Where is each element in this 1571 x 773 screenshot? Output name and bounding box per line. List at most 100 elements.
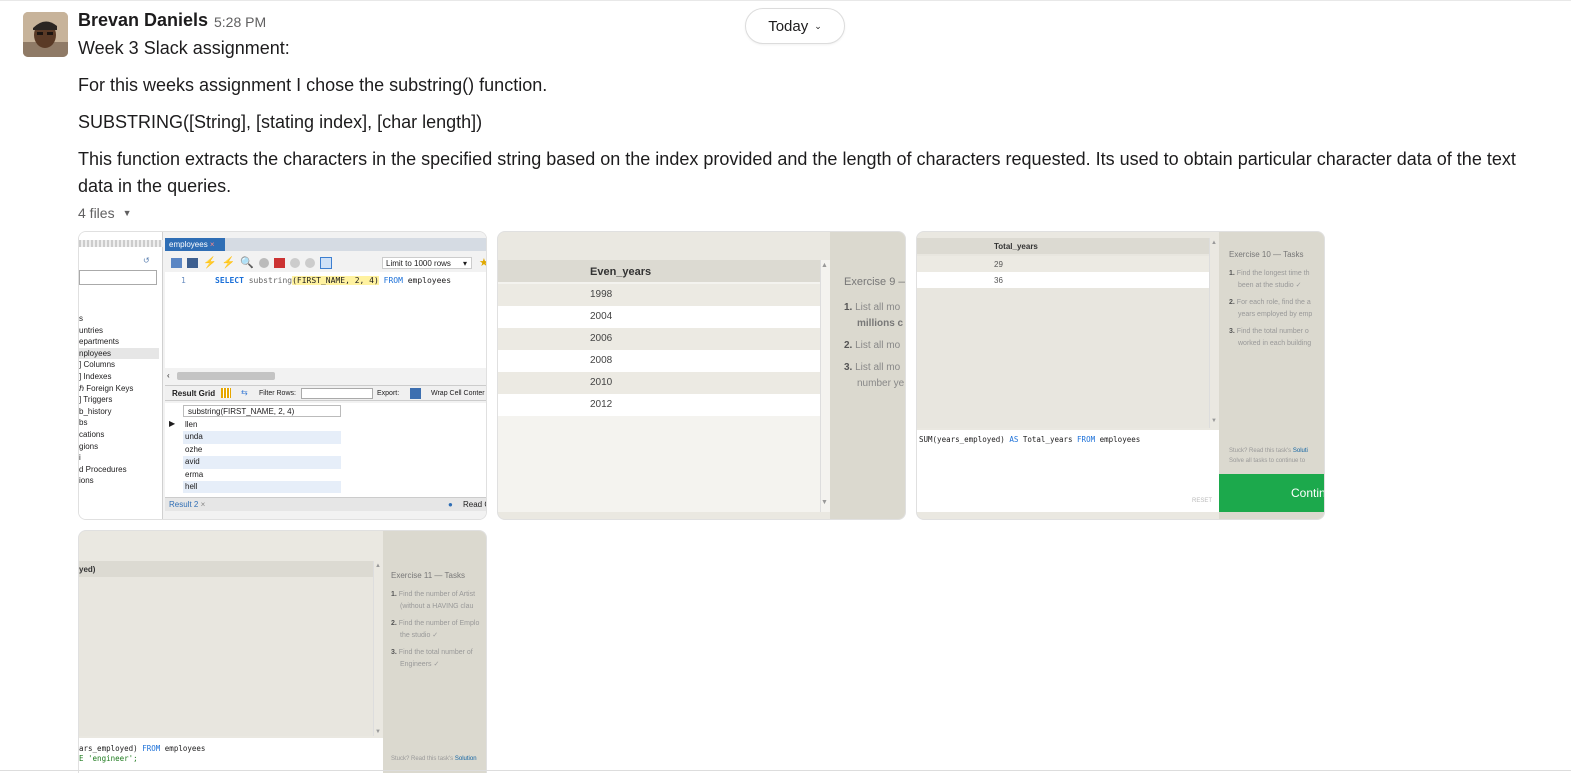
stuck-note: Stuck? Read this task's Soluti Solve all… xyxy=(1229,448,1308,464)
files-count-label: 4 files xyxy=(78,205,115,221)
scroll-left-icon[interactable]: ‹ xyxy=(167,371,170,380)
date-jump-button[interactable]: Today ⌄ xyxy=(745,8,845,44)
tree-item[interactable]: d Procedures xyxy=(79,464,159,476)
result-tab-label: Result 2 xyxy=(169,500,199,509)
task-list: 1. List all mo millions c 2. List all mo… xyxy=(844,300,904,392)
table-row[interactable]: avid xyxy=(183,456,341,469)
vertical-scrollbar[interactable] xyxy=(373,561,383,736)
tree-item[interactable]: ℏ Foreign Keys xyxy=(79,383,159,395)
solution-link[interactable]: Soluti xyxy=(1293,448,1308,454)
task-item: 3. Find the total number o xyxy=(1229,328,1309,335)
tree-item[interactable]: ] Indexes xyxy=(79,371,159,383)
tree-item[interactable]: epartments xyxy=(79,336,159,348)
commit-icon[interactable] xyxy=(290,257,301,268)
image-attachment-2[interactable]: Even_years 1998 2004 2006 2008 2010 2012… xyxy=(497,231,906,520)
tab-label: employees xyxy=(169,240,208,249)
limit-rows-select[interactable]: Limit to 1000 rows ▾ xyxy=(382,257,472,269)
bottom-divider xyxy=(0,770,1571,771)
solution-link[interactable]: Solution xyxy=(455,756,477,762)
task-item: Engineers ✓ xyxy=(400,660,440,668)
exercise-title: Exercise 10 — Tasks xyxy=(1229,250,1304,259)
schema-filter-input[interactable] xyxy=(79,270,157,285)
vertical-scrollbar[interactable] xyxy=(820,260,830,512)
export-icon[interactable] xyxy=(410,388,421,399)
table-row: 2004 xyxy=(498,306,820,328)
image-attachment-3[interactable]: Total_years 29 36 ▲ ▼ SUM(years_employed… xyxy=(916,231,1325,520)
reset-button[interactable]: RESET xyxy=(1192,498,1212,504)
refresh-icon[interactable]: ⇆ xyxy=(241,388,248,397)
avatar[interactable] xyxy=(23,12,68,57)
scroll-up-icon[interactable]: ▲ xyxy=(1211,240,1217,246)
sql-expr: ars_employed) xyxy=(79,744,138,753)
close-icon[interactable]: × xyxy=(210,240,215,249)
open-folder-icon[interactable] xyxy=(171,257,182,268)
table-row: 2006 xyxy=(498,328,820,350)
sql-keyword: FROM xyxy=(1077,435,1096,444)
tree-item[interactable]: untries xyxy=(79,325,159,337)
wrap-cell-label[interactable]: Wrap Cell Conter xyxy=(431,390,485,397)
task-item: (without a HAVING clau xyxy=(400,602,474,610)
tree-item[interactable]: gions xyxy=(79,441,159,453)
image-attachment-1[interactable]: ↺ s untries epartments nployees ] Column… xyxy=(78,231,487,520)
continue-button[interactable]: Contin xyxy=(1219,474,1324,512)
result-tab[interactable]: Result 2 × xyxy=(169,500,205,509)
task-item: been at the studio ✓ xyxy=(1238,281,1302,289)
execute-current-icon[interactable]: ⚡ xyxy=(222,256,236,269)
task-item: worked in each building xyxy=(1238,339,1312,347)
result-grid-label[interactable]: Result Grid xyxy=(172,389,215,398)
sql-table: employees xyxy=(407,276,452,285)
tree-item[interactable]: ] Triggers xyxy=(79,394,159,406)
tree-item[interactable]: ions xyxy=(79,475,159,487)
image-attachment-4[interactable]: yed) ▲ ▼ ars_employed) FROM employees E … xyxy=(78,530,487,773)
table-row[interactable]: ozhe xyxy=(183,444,341,456)
table-row[interactable]: hell xyxy=(183,481,341,494)
table-row[interactable]: unda xyxy=(183,431,341,444)
column-header[interactable]: substring(FIRST_NAME, 2, 4) xyxy=(183,405,341,417)
scroll-up-icon[interactable]: ▲ xyxy=(821,262,828,269)
scroll-down-icon[interactable]: ▼ xyxy=(821,499,828,506)
message-timestamp[interactable]: 5:28 PM xyxy=(214,14,266,30)
tree-item[interactable]: i xyxy=(79,452,159,464)
files-toggle[interactable]: 4 files ▼ xyxy=(78,205,132,221)
sql-editor[interactable] xyxy=(165,272,486,368)
tree-item[interactable]: ] Columns xyxy=(79,359,159,371)
vertical-scrollbar[interactable] xyxy=(1209,238,1219,428)
tab-employees[interactable]: employees × xyxy=(165,238,225,251)
stop-icon[interactable] xyxy=(259,257,270,268)
close-icon[interactable]: × xyxy=(201,500,206,509)
tree-item[interactable]: cations xyxy=(79,429,159,441)
tree-item[interactable]: bs xyxy=(79,417,159,429)
author-name[interactable]: Brevan Daniels xyxy=(78,10,208,31)
horizontal-scrollbar[interactable] xyxy=(177,372,275,380)
table-row[interactable]: llen xyxy=(183,419,341,431)
tree-item[interactable]: nployees xyxy=(79,347,159,360)
table-row: 36 xyxy=(917,272,1209,288)
caret-down-icon: ▼ xyxy=(122,208,132,218)
filter-rows-input[interactable] xyxy=(301,388,373,399)
toggle-icon[interactable] xyxy=(274,257,286,268)
task-item: 1. Find the longest time th xyxy=(1229,270,1310,277)
date-jump-label: Today xyxy=(768,17,809,35)
task-item: 2. For each role, find the a xyxy=(1229,299,1311,306)
autocommit-icon[interactable] xyxy=(320,256,333,269)
refresh-icon[interactable]: ↺ xyxy=(143,256,150,265)
sql-alias: Total_years xyxy=(1022,435,1073,444)
save-icon[interactable] xyxy=(187,257,198,268)
tree-item[interactable]: s xyxy=(79,313,159,325)
stuck-note: Stuck? Read this task's Solution xyxy=(391,756,477,762)
explain-icon[interactable]: 🔍 xyxy=(240,256,254,269)
table-row: 1998 xyxy=(498,284,820,306)
rollback-icon[interactable] xyxy=(305,257,316,268)
grid-icon[interactable] xyxy=(221,388,231,398)
table-row: 2010 xyxy=(498,372,820,394)
panel-grip xyxy=(79,240,163,247)
scroll-down-icon[interactable]: ▼ xyxy=(375,729,381,735)
result-rows: 1998 2004 2006 2008 2010 2012 xyxy=(498,284,820,416)
beautify-icon[interactable]: ★ xyxy=(479,256,486,269)
scroll-up-icon[interactable]: ▲ xyxy=(375,563,381,569)
task-item: number ye xyxy=(857,378,905,389)
table-row[interactable]: erma xyxy=(183,469,341,481)
scroll-down-icon[interactable]: ▼ xyxy=(1211,418,1217,424)
execute-icon[interactable]: ⚡ xyxy=(203,256,217,269)
tree-item[interactable]: b_history xyxy=(79,406,159,418)
